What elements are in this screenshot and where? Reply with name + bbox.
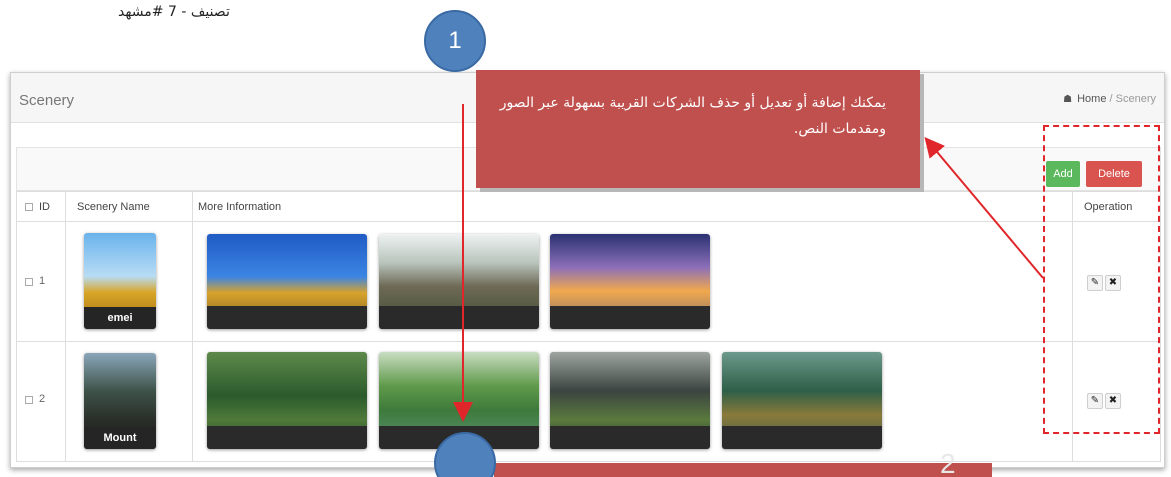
diagonal-arrow <box>924 136 1044 279</box>
stage: تصنيف - 7 #مشهد Scenery ☗ Home / Scenery… <box>0 0 1171 477</box>
annotation-arrows <box>453 104 1044 422</box>
